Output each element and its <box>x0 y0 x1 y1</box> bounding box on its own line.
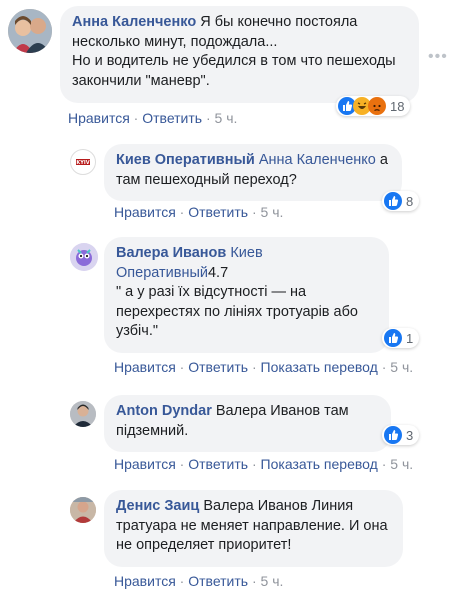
translate-link[interactable]: Показать перевод <box>261 456 378 472</box>
reactions-count: 18 <box>390 98 405 114</box>
avatar-denis-photo <box>70 497 96 523</box>
like-link[interactable]: Нравится <box>114 573 176 589</box>
like-link[interactable]: Нравится <box>114 204 176 220</box>
comment-bubble: Anton Dyndar Валера Иванов там підземний… <box>104 395 391 452</box>
comment-bubble: Денис Заиц Валера Иванов Линия тратуара … <box>104 490 403 567</box>
comment-time[interactable]: 5 ч. <box>390 456 413 472</box>
comment-text: Я бы конечно постояла <box>196 14 358 30</box>
comment-text: Но и водитель не убедился в том что пеше… <box>72 53 396 69</box>
reply-link[interactable]: Ответить <box>142 110 202 126</box>
svg-text:KYIV: KYIV <box>76 160 89 166</box>
comment-text: перехрестях по лініях тротуарів або <box>116 303 358 320</box>
avatar-denis[interactable] <box>70 497 96 523</box>
comment-actions: Нравится · Ответить · 5 ч. <box>68 110 238 126</box>
avatar-anton[interactable] <box>70 401 96 427</box>
comment-bubble: Валера Иванов Киев Оперативный4.7 " а у … <box>104 237 389 353</box>
like-link[interactable]: Нравится <box>68 110 130 126</box>
comment-actions: Нравится · Ответить · Показать перевод ·… <box>114 456 414 472</box>
comment-text: несколько минут, подождала... <box>72 33 278 50</box>
comment-author[interactable]: Валера Иванов <box>116 245 226 261</box>
reactions-count: 8 <box>406 193 414 209</box>
avatar-kyiv-operativny[interactable]: KYIV <box>70 149 96 175</box>
like-link[interactable]: Нравится <box>114 456 176 472</box>
reactions-summary[interactable]: 18 <box>336 96 411 116</box>
comment-text: закончили "маневр". <box>72 72 210 89</box>
comment-text: там пешеходный переход? <box>116 171 297 188</box>
avatar-anton-photo <box>70 401 96 427</box>
comment-time[interactable]: 5 ч. <box>261 573 284 589</box>
translate-link[interactable]: Показать перевод <box>261 359 378 375</box>
comment-author[interactable]: Анна Каленченко <box>72 14 196 30</box>
comment-author[interactable]: Anton Dyndar <box>116 403 212 419</box>
avatar-anna-photo <box>8 9 52 53</box>
kyiv-logo-icon: KYIV <box>72 151 94 173</box>
more-options-icon[interactable]: ••• <box>428 48 448 66</box>
comment-text: Валера Иванов Линия <box>199 498 354 514</box>
comment-bubble: Анна Каленченко Я бы конечно постояла не… <box>60 6 419 103</box>
like-icon <box>384 329 402 347</box>
reply-link[interactable]: Ответить <box>188 204 248 220</box>
comment-text: а <box>375 152 388 168</box>
comment-text: підземний. <box>116 422 189 439</box>
avatar-valera[interactable] <box>70 243 98 271</box>
comment-time[interactable]: 5 ч. <box>261 204 284 220</box>
reply-link[interactable]: Ответить <box>188 456 248 472</box>
comment-text: " а у разі їх відсутності — на <box>116 284 307 300</box>
comment-author[interactable]: Киев Оперативный <box>116 152 255 168</box>
comment-text: Валера Иванов там <box>211 403 349 419</box>
mention-link[interactable]: Оперативный <box>116 265 208 281</box>
like-icon <box>384 426 402 444</box>
like-icon <box>384 192 402 210</box>
reactions-count: 1 <box>406 330 414 346</box>
comment-text: тратуара не меняет направление. И она <box>116 517 388 534</box>
avatar-valera-image <box>70 243 98 271</box>
angry-icon <box>368 97 386 115</box>
reply-link[interactable]: Ответить <box>188 573 248 589</box>
comment-actions: Нравится · Ответить · 5 ч. <box>114 204 284 220</box>
comment-author[interactable]: Денис Заиц <box>116 498 199 514</box>
like-link[interactable]: Нравится <box>114 359 176 375</box>
mention-link[interactable]: Анна Каленченко <box>259 152 376 168</box>
comment-actions: Нравится · Ответить · Показать перевод ·… <box>114 359 414 375</box>
comment-text: узбіч." <box>116 323 158 339</box>
avatar-anna[interactable] <box>8 9 52 53</box>
reply-link[interactable]: Ответить <box>188 359 248 375</box>
comment-time[interactable]: 5 ч. <box>215 110 238 126</box>
reactions-summary[interactable]: 1 <box>382 328 420 348</box>
reactions-summary[interactable]: 8 <box>382 191 420 211</box>
comment-text: не определяет приоритет! <box>116 537 292 553</box>
comment-text: 4.7 <box>207 264 229 281</box>
comment-time[interactable]: 5 ч. <box>390 359 413 375</box>
mention-link[interactable]: Киев <box>230 245 262 261</box>
comment-bubble: Киев Оперативный Анна Каленченко а там п… <box>104 144 402 201</box>
reactions-summary[interactable]: 3 <box>382 425 420 445</box>
comment-actions: Нравится · Ответить · 5 ч. <box>114 573 284 589</box>
reactions-count: 3 <box>406 427 414 443</box>
